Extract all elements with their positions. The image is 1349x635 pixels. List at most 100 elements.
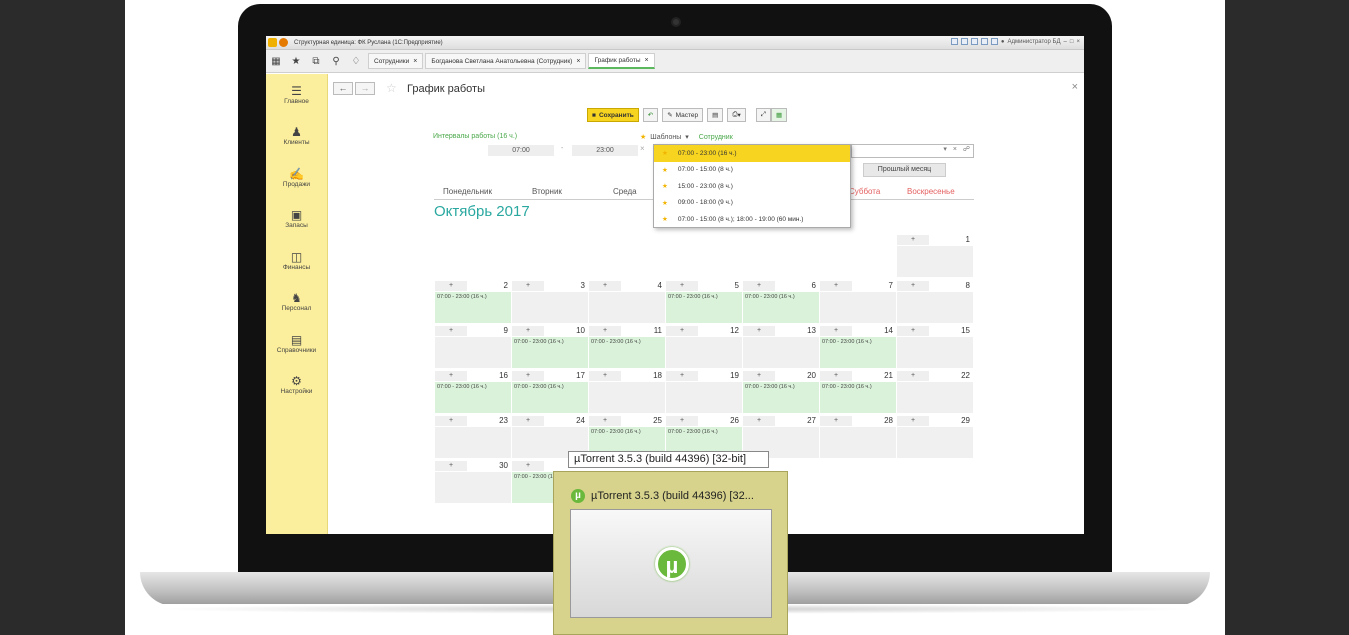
add-shift-button[interactable]: + bbox=[666, 325, 698, 336]
search-icon[interactable]: ⚲ bbox=[326, 56, 346, 67]
day-body[interactable] bbox=[435, 337, 511, 368]
add-shift-button[interactable]: + bbox=[897, 415, 929, 426]
maximize-icon[interactable]: □ bbox=[1070, 39, 1074, 45]
add-shift-button[interactable]: + bbox=[897, 370, 929, 381]
calendar-day-cell[interactable]: +6 07:00 - 23:00 (16 ч.) bbox=[743, 280, 819, 324]
print-button[interactable]: ⎙ ▾ bbox=[727, 108, 746, 122]
add-shift-button[interactable]: + bbox=[512, 370, 544, 381]
calendar-day-cell[interactable]: +12 bbox=[666, 325, 742, 369]
calendar-day-cell[interactable]: +30 bbox=[435, 460, 511, 504]
add-shift-button[interactable]: + bbox=[589, 370, 621, 381]
save-button[interactable]: ■ Сохранить bbox=[587, 108, 639, 122]
report-button[interactable]: ▤ bbox=[707, 108, 724, 122]
add-shift-button[interactable]: + bbox=[743, 280, 775, 291]
day-body[interactable] bbox=[897, 427, 973, 458]
template-option[interactable]: ★ 15:00 - 23:00 (8 ч.) bbox=[654, 178, 850, 195]
fullscreen-button[interactable]: ⤢ bbox=[755, 108, 771, 122]
calendar-day-cell[interactable]: +21 07:00 - 23:00 (16 ч.) bbox=[820, 370, 896, 414]
template-option[interactable]: ★ 07:00 - 15:00 (8 ч.); 18:00 - 19:00 (60… bbox=[654, 211, 850, 228]
add-shift-button[interactable]: + bbox=[820, 325, 852, 336]
sidebar-item-catalogs[interactable]: ▤ Справочники bbox=[266, 323, 327, 365]
day-body[interactable] bbox=[743, 337, 819, 368]
add-shift-button[interactable]: + bbox=[820, 415, 852, 426]
print-icon[interactable] bbox=[960, 38, 968, 45]
add-shift-button[interactable]: + bbox=[666, 370, 698, 381]
undo-button[interactable]: ↶ bbox=[642, 108, 659, 122]
day-body[interactable] bbox=[512, 292, 588, 323]
chevron-down-icon[interactable]: ▾ bbox=[685, 133, 689, 141]
apps-grid-icon[interactable]: ▦ bbox=[266, 56, 286, 67]
template-option[interactable]: ★ 07:00 - 23:00 (16 ч.) bbox=[654, 145, 850, 162]
calendar-day-cell[interactable]: +9 bbox=[435, 325, 511, 369]
sidebar-item-main[interactable]: ☰ Главное bbox=[266, 74, 327, 116]
calendar-day-cell[interactable]: +16 07:00 - 23:00 (16 ч.) bbox=[435, 370, 511, 414]
calendar-day-cell[interactable]: +29 bbox=[897, 415, 973, 459]
add-shift-button[interactable]: + bbox=[743, 370, 775, 381]
close-form-icon[interactable]: × bbox=[1072, 81, 1078, 93]
day-body[interactable] bbox=[666, 337, 742, 368]
add-shift-button[interactable]: + bbox=[589, 325, 621, 336]
save-icon[interactable] bbox=[950, 38, 958, 45]
employee-field[interactable]: ▾ × ☍ bbox=[851, 144, 974, 158]
grid-view-button[interactable]: ▦ bbox=[770, 108, 788, 122]
calendar-day-cell[interactable]: +2 07:00 - 23:00 (16 ч.) bbox=[435, 280, 511, 324]
add-shift-button[interactable]: + bbox=[512, 415, 544, 426]
day-body[interactable] bbox=[897, 382, 973, 413]
user-name[interactable]: Администратор БД bbox=[1008, 39, 1061, 45]
day-body[interactable] bbox=[820, 292, 896, 323]
add-shift-button[interactable]: + bbox=[435, 325, 467, 336]
calendar-day-cell[interactable]: +28 bbox=[820, 415, 896, 459]
add-shift-button[interactable]: + bbox=[589, 415, 621, 426]
day-body[interactable] bbox=[435, 472, 511, 503]
close-icon[interactable]: × bbox=[1076, 39, 1080, 45]
tab-employees[interactable]: Сотрудники × bbox=[368, 53, 424, 69]
add-shift-button[interactable]: + bbox=[743, 415, 775, 426]
close-tab-icon[interactable]: × bbox=[576, 58, 580, 65]
calendar-day-cell[interactable]: +14 07:00 - 23:00 (16 ч.) bbox=[820, 325, 896, 369]
forward-button[interactable]: → bbox=[355, 82, 375, 95]
day-body[interactable] bbox=[820, 427, 896, 458]
templates-button[interactable]: Шаблоны bbox=[650, 134, 681, 141]
calendar-day-cell[interactable]: +15 bbox=[897, 325, 973, 369]
close-tab-icon[interactable]: × bbox=[645, 57, 649, 64]
calendar-day-cell[interactable]: +4 bbox=[589, 280, 665, 324]
time-to-input[interactable]: 23:00 bbox=[572, 145, 638, 156]
add-shift-button[interactable]: + bbox=[666, 415, 698, 426]
wizard-button[interactable]: ✎ Мастер bbox=[662, 108, 704, 122]
bell-icon[interactable]: ♢ bbox=[346, 56, 366, 67]
day-body[interactable] bbox=[666, 382, 742, 413]
calendar-day-cell[interactable]: +11 07:00 - 23:00 (16 ч.) bbox=[589, 325, 665, 369]
add-shift-button[interactable]: + bbox=[589, 280, 621, 291]
add-shift-button[interactable]: + bbox=[820, 280, 852, 291]
sidebar-item-settings[interactable]: ⚙ Настройки bbox=[266, 365, 327, 407]
calendar-day-cell[interactable]: +7 bbox=[820, 280, 896, 324]
taskbar-thumbnail-preview[interactable]: µ µTorrent 3.5.3 (build 44396) [32... µ bbox=[553, 471, 788, 635]
close-tab-icon[interactable]: × bbox=[413, 58, 417, 65]
calendar-day-cell[interactable]: +3 bbox=[512, 280, 588, 324]
add-shift-button[interactable]: + bbox=[820, 370, 852, 381]
template-option[interactable]: ★ 09:00 - 18:00 (9 ч.) bbox=[654, 195, 850, 212]
app-menu-icon[interactable] bbox=[279, 38, 288, 47]
link-icon[interactable]: ☍ bbox=[963, 146, 970, 153]
add-shift-button[interactable]: + bbox=[512, 460, 544, 471]
calendar-day-cell[interactable]: +23 bbox=[435, 415, 511, 459]
add-shift-button[interactable]: + bbox=[435, 460, 467, 471]
preview-window-thumbnail[interactable]: µ bbox=[570, 509, 772, 618]
search-icon[interactable] bbox=[970, 38, 978, 45]
day-body[interactable] bbox=[589, 382, 665, 413]
day-body[interactable] bbox=[897, 246, 973, 277]
add-shift-button[interactable]: + bbox=[512, 280, 544, 291]
minimize-icon[interactable]: – bbox=[1064, 39, 1067, 45]
calendar-day-cell[interactable]: +5 07:00 - 23:00 (16 ч.) bbox=[666, 280, 742, 324]
add-shift-button[interactable]: + bbox=[435, 415, 467, 426]
add-shift-button[interactable]: + bbox=[743, 325, 775, 336]
calendar-day-cell[interactable]: +17 07:00 - 23:00 (16 ч.) bbox=[512, 370, 588, 414]
day-body[interactable] bbox=[589, 292, 665, 323]
calendar-day-cell[interactable]: +19 bbox=[666, 370, 742, 414]
calendar-day-cell[interactable]: +8 bbox=[897, 280, 973, 324]
previous-month-button[interactable]: Прошлый месяц bbox=[863, 163, 946, 177]
calendar-icon[interactable] bbox=[980, 38, 988, 45]
add-shift-button[interactable]: + bbox=[435, 280, 467, 291]
clear-icon[interactable]: × bbox=[953, 146, 957, 153]
add-shift-button[interactable]: + bbox=[897, 280, 929, 291]
